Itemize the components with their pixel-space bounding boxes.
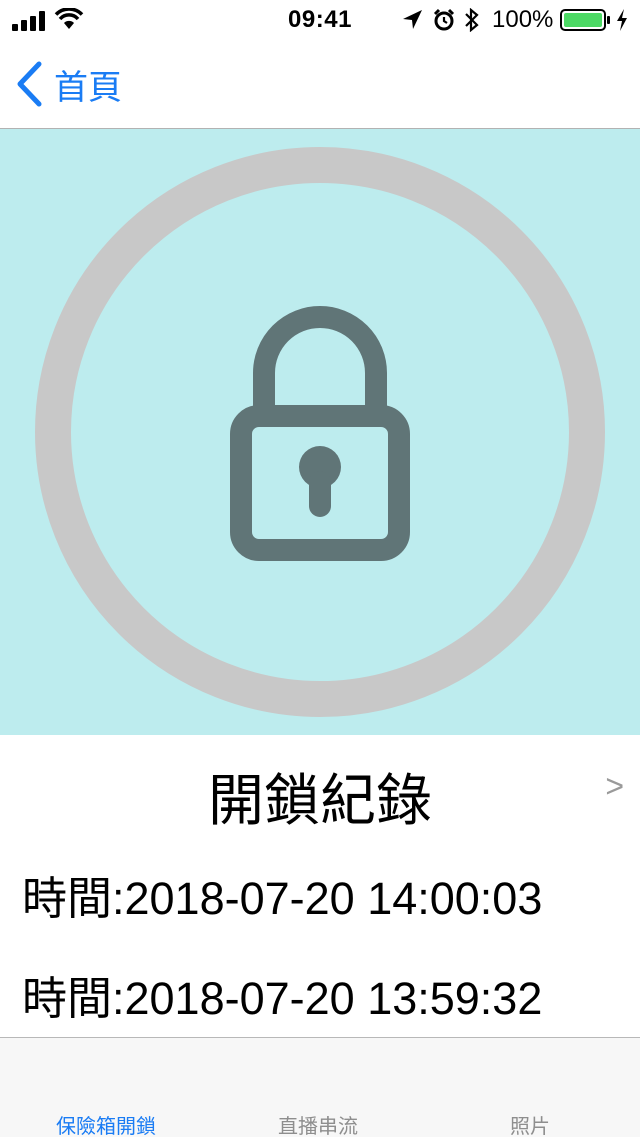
tab-photos[interactable]: 照片 bbox=[430, 1110, 630, 1139]
unlock-records-header[interactable]: 開鎖紀錄 > bbox=[0, 736, 640, 836]
padlock-icon[interactable] bbox=[230, 306, 410, 561]
chevron-left-icon bbox=[17, 61, 42, 107]
lock-graphic bbox=[35, 147, 605, 717]
lock-ring bbox=[35, 147, 605, 717]
location-arrow-icon bbox=[403, 10, 422, 29]
battery-icon bbox=[560, 9, 610, 31]
record-item: 時間:2018-07-20 14:00:03 bbox=[22, 873, 543, 924]
back-button[interactable]: 首頁 bbox=[14, 60, 122, 108]
back-button-label: 首頁 bbox=[54, 68, 122, 107]
tab-safe-unlock[interactable]: 保險箱開鎖 bbox=[6, 1110, 206, 1139]
alarm-icon bbox=[433, 8, 455, 31]
status-bar: 09:41 100% bbox=[0, 0, 640, 40]
navigation-bar: 首頁 bbox=[0, 40, 640, 129]
unlock-records-title: 開鎖紀錄 bbox=[208, 769, 432, 832]
tab-live-stream[interactable]: 直播串流 bbox=[218, 1110, 418, 1139]
battery-percent: 100% bbox=[492, 6, 554, 33]
tab-bar: 保險箱開鎖 直播串流 照片 bbox=[0, 1037, 640, 1139]
lock-panel bbox=[0, 129, 640, 735]
charging-icon bbox=[617, 9, 627, 31]
record-item: 時間:2018-07-20 13:59:32 bbox=[22, 973, 543, 1024]
bluetooth-icon bbox=[465, 8, 479, 32]
disclosure-arrow-icon[interactable]: > bbox=[605, 768, 624, 805]
